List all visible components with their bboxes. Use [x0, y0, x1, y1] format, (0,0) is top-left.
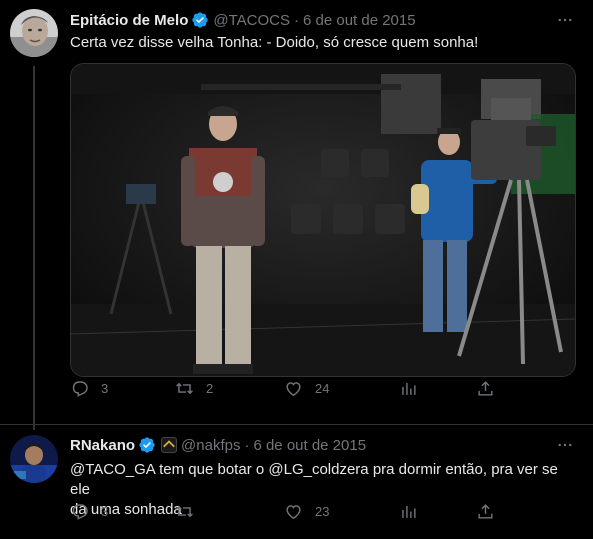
- tweet-date[interactable]: 6 de out de 2015: [253, 437, 366, 454]
- share-icon: [478, 380, 493, 396]
- tweet-header: Epitácio de Melo @TACOCS · 6 de out de 2…: [70, 10, 416, 30]
- tweet-header: RNakano @nakfps · 6 de out de 2015: [70, 435, 366, 455]
- share-button[interactable]: [476, 500, 495, 522]
- analytics-button[interactable]: [399, 500, 418, 522]
- reply-button[interactable]: 3: [70, 500, 108, 522]
- more-icon[interactable]: [555, 435, 575, 455]
- tweet-rnakano[interactable]: RNakano @nakfps · 6 de out de 2015 @TACO…: [0, 424, 593, 539]
- reply-count: 3: [101, 503, 109, 519]
- author-name[interactable]: RNakano: [70, 437, 135, 454]
- tweet-photo[interactable]: [70, 63, 576, 377]
- affiliate-badge-icon[interactable]: [161, 437, 178, 453]
- avatar[interactable]: [10, 9, 58, 57]
- like-button[interactable]: 23: [284, 500, 329, 522]
- like-button[interactable]: 24: [284, 377, 329, 399]
- separator-dot: ·: [293, 11, 299, 29]
- avatar[interactable]: [10, 435, 58, 483]
- verified-icon: [191, 11, 209, 29]
- reply-count: 3: [101, 380, 109, 396]
- reply-icon: [72, 503, 88, 520]
- like-icon: [286, 381, 301, 396]
- author-name[interactable]: Epitácio de Melo: [70, 12, 188, 29]
- tweet-text-line-1: @TACO_GA tem que botar o @LG_coldzera pr…: [70, 461, 558, 498]
- retweet-icon: [176, 382, 193, 394]
- more-icon[interactable]: [555, 10, 575, 30]
- retweet-icon: [176, 505, 193, 517]
- tweet-text: Certa vez disse velha Tonha: - Doido, só…: [70, 34, 479, 51]
- reply-button[interactable]: 3: [70, 377, 108, 399]
- retweet-count: 2: [206, 380, 214, 396]
- retweet-button[interactable]: 2: [175, 377, 213, 399]
- like-count: 24: [315, 380, 330, 396]
- author-handle[interactable]: @TACOCS: [213, 12, 290, 29]
- like-icon: [286, 504, 301, 519]
- analytics-button[interactable]: [399, 377, 418, 399]
- reply-icon: [72, 380, 88, 397]
- share-button[interactable]: [476, 377, 495, 399]
- analytics-icon: [402, 505, 416, 518]
- tweet-date[interactable]: 6 de out de 2015: [303, 12, 416, 29]
- separator-dot: ·: [244, 436, 250, 454]
- retweet-button[interactable]: [175, 500, 206, 522]
- verified-icon: [138, 436, 156, 454]
- share-icon: [478, 503, 493, 519]
- analytics-icon: [402, 382, 416, 395]
- tweet-epitacio[interactable]: Epitácio de Melo @TACOCS · 6 de out de 2…: [0, 0, 593, 424]
- author-handle[interactable]: @nakfps: [181, 437, 240, 454]
- like-count: 23: [315, 503, 330, 519]
